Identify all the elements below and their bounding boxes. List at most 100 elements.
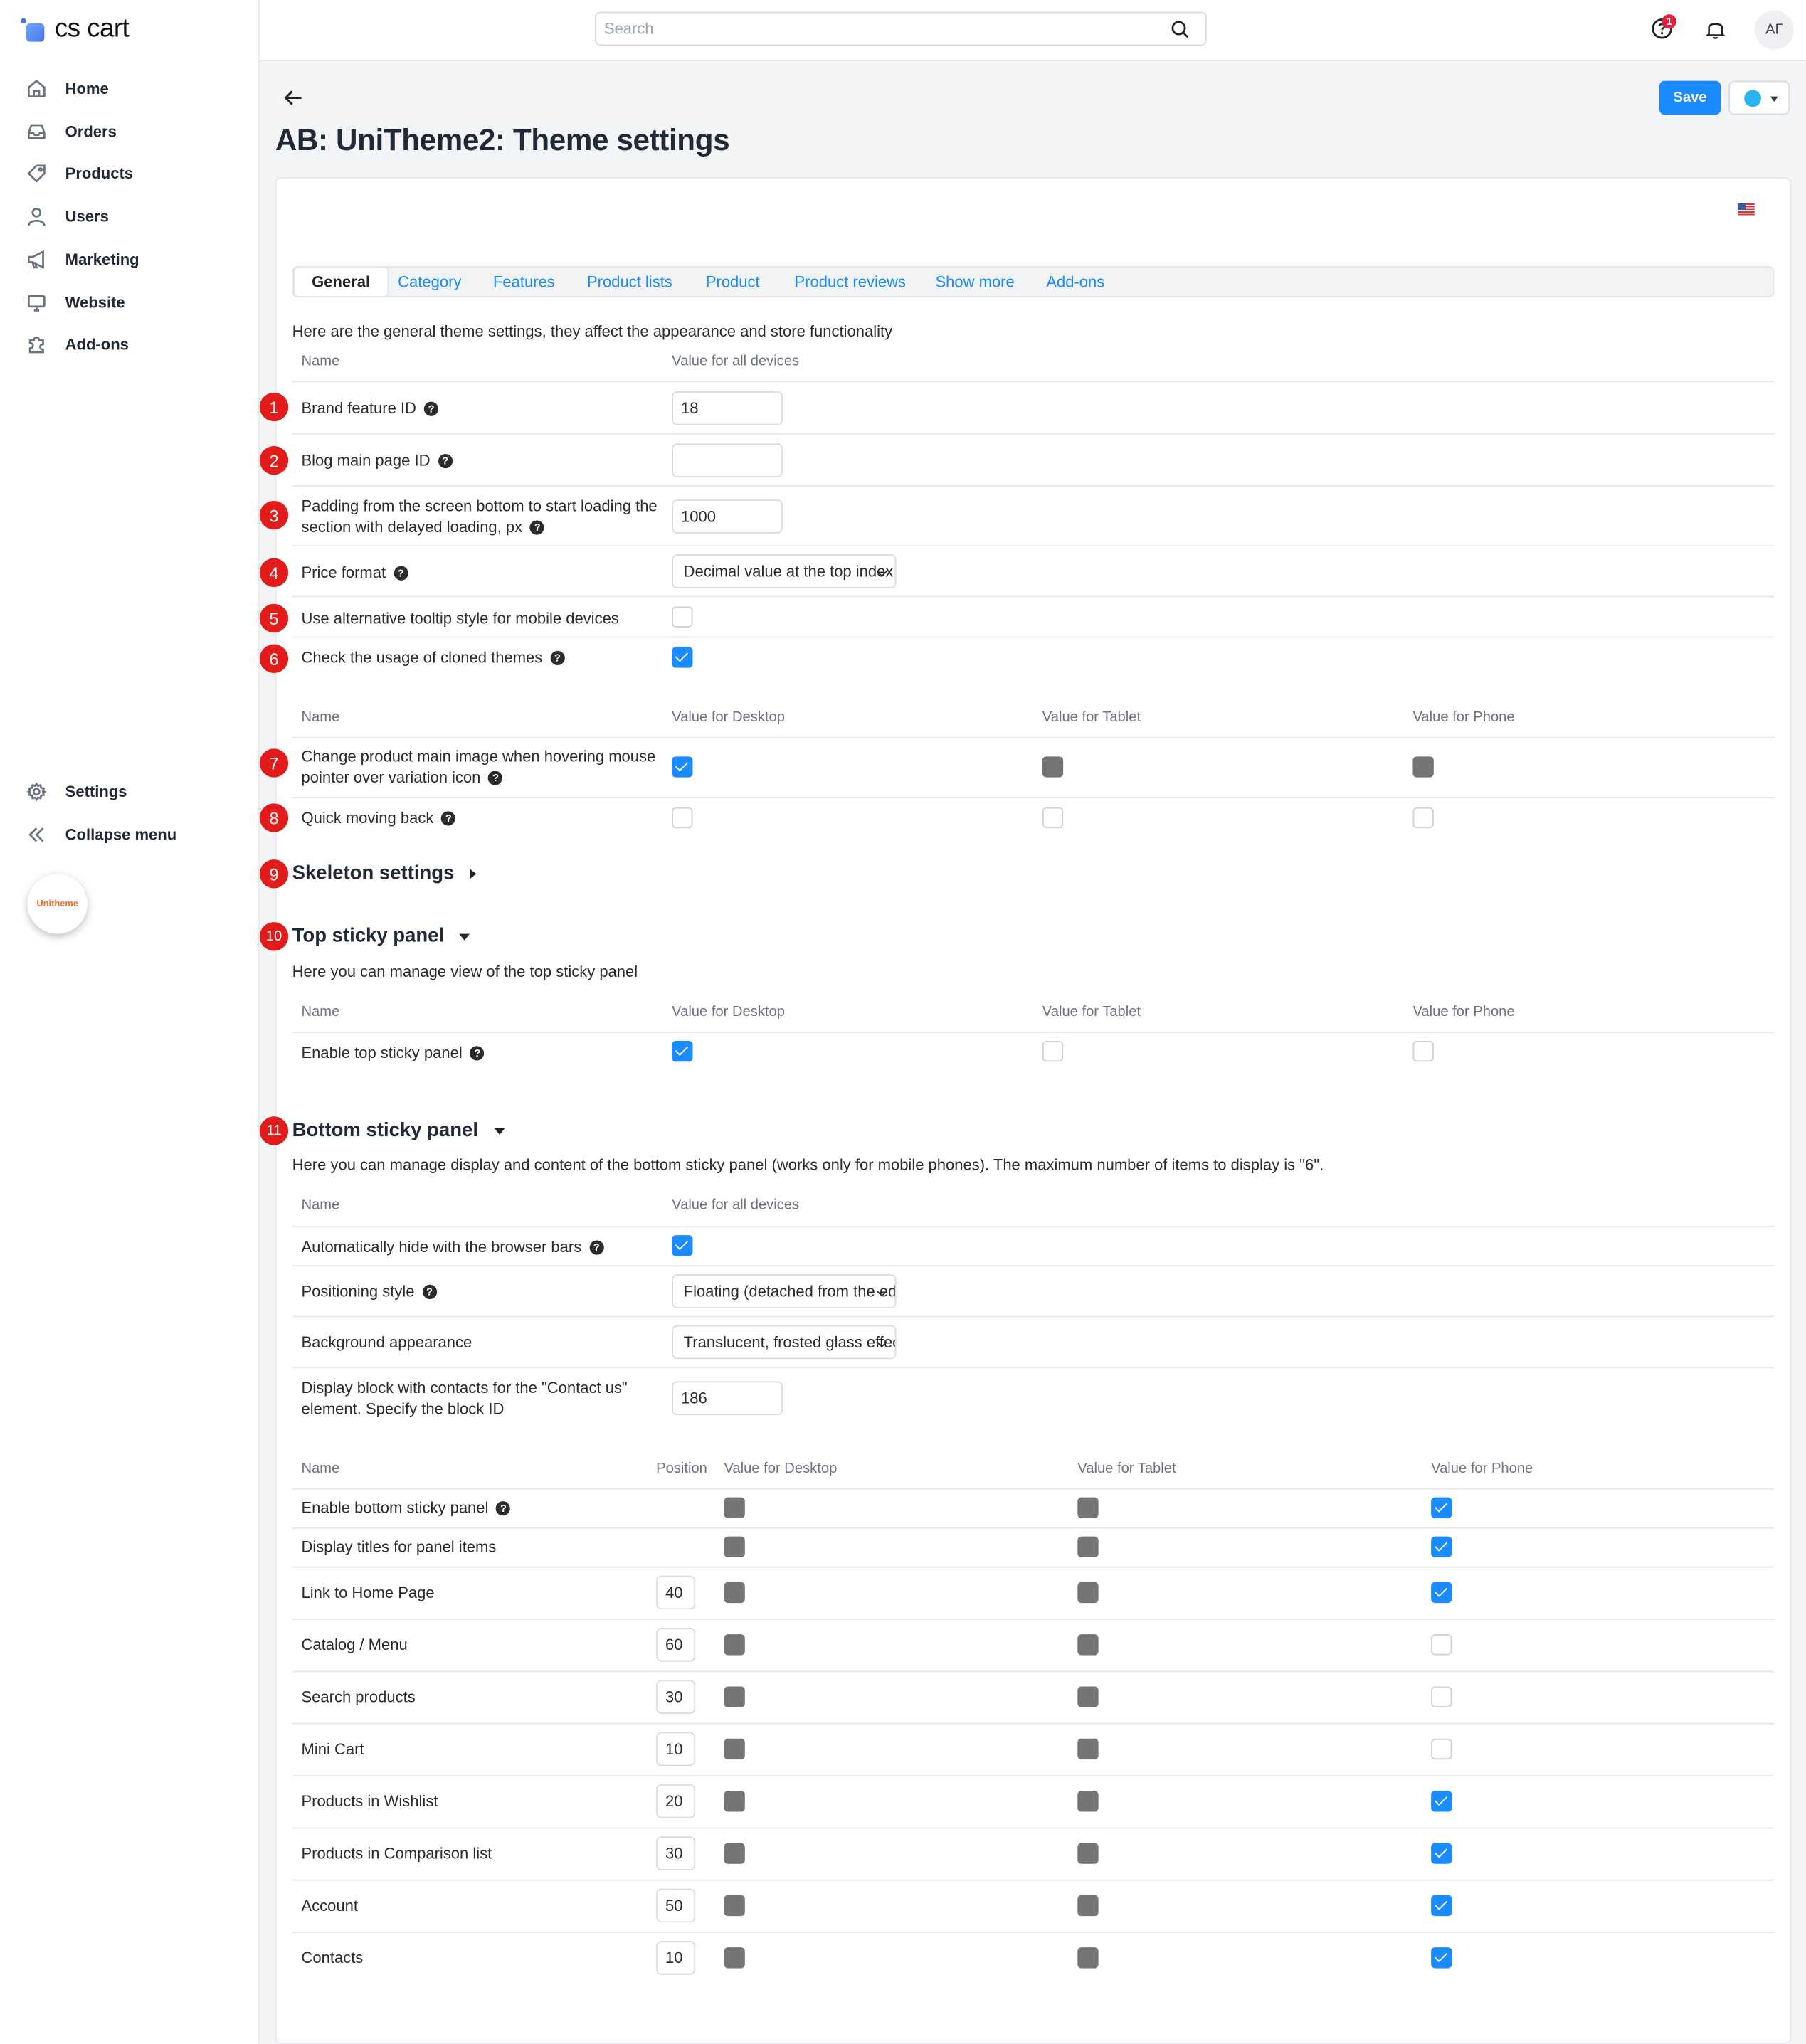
- panel-item-label: Contacts: [301, 1947, 363, 1968]
- divider: [292, 1932, 1775, 1933]
- help-icon[interactable]: ?: [394, 566, 408, 581]
- contacts-block-id-input[interactable]: 186: [672, 1381, 783, 1416]
- phone-checkbox[interactable]: [1431, 1843, 1452, 1864]
- position-input[interactable]: 50: [656, 1888, 696, 1923]
- avatar[interactable]: АГ: [1754, 10, 1794, 50]
- tab-show-more[interactable]: Show more: [935, 268, 1014, 296]
- panel-item-label: Catalog / Menu: [301, 1634, 407, 1655]
- unitheme-badge-text: Unitheme: [36, 899, 78, 909]
- help-icon[interactable]: ?: [441, 811, 456, 827]
- padding-bottom-input[interactable]: 1000: [672, 499, 783, 534]
- col-tablet: Value for Tablet: [1042, 709, 1141, 726]
- help-icon[interactable]: ?: [530, 521, 545, 536]
- help-icon[interactable]: ?: [488, 771, 503, 786]
- tab-product[interactable]: Product: [706, 268, 760, 296]
- cloned-themes-checkbox[interactable]: [672, 647, 693, 668]
- caret-down-icon: [1770, 96, 1778, 102]
- position-input[interactable]: 40: [656, 1575, 696, 1610]
- topbar: [259, 0, 1806, 62]
- panel-item-label-text: Display titles for panel items: [301, 1537, 497, 1557]
- position-input[interactable]: 60: [656, 1627, 696, 1662]
- tab-features[interactable]: Features: [493, 268, 555, 296]
- quick-back-phone-checkbox[interactable]: [1412, 807, 1434, 829]
- sidebar-item-addons[interactable]: Add-ons: [26, 329, 129, 360]
- position-input[interactable]: 10: [656, 1732, 696, 1767]
- quick-back-tablet-checkbox[interactable]: [1042, 807, 1064, 829]
- tab-product-reviews[interactable]: Product reviews: [794, 268, 906, 296]
- position-input[interactable]: 10: [656, 1940, 696, 1975]
- collapse-menu-button[interactable]: Collapse menu: [26, 819, 176, 850]
- sidebar-item-products[interactable]: Products: [26, 158, 133, 189]
- help-icon[interactable]: ?: [470, 1046, 485, 1061]
- phone-checkbox[interactable]: [1431, 1686, 1452, 1707]
- desktop-checkbox: [724, 1791, 745, 1812]
- col-name: Name: [301, 709, 340, 726]
- back-arrow-icon[interactable]: [283, 89, 304, 107]
- auto-hide-checkbox[interactable]: [672, 1235, 693, 1256]
- sidebar-item-website[interactable]: Website: [26, 287, 125, 318]
- sidebar-item-home[interactable]: Home: [26, 73, 109, 105]
- sidebar-item-users[interactable]: Users: [26, 201, 109, 232]
- position-input[interactable]: 20: [656, 1784, 696, 1818]
- quick-back-desktop-checkbox[interactable]: [672, 807, 693, 829]
- brand-feature-id-input[interactable]: 18: [672, 391, 783, 425]
- phone-checkbox[interactable]: [1431, 1497, 1452, 1518]
- phone-checkbox[interactable]: [1431, 1791, 1452, 1812]
- setting-label-text: Brand feature ID: [301, 398, 416, 418]
- search-input[interactable]: [596, 13, 1160, 45]
- alt-tooltip-checkbox[interactable]: [672, 606, 693, 628]
- help-icon[interactable]: ?: [422, 1285, 437, 1300]
- logo-text: cs cart: [54, 14, 130, 43]
- tab-product-lists[interactable]: Product lists: [587, 268, 672, 296]
- background-appearance-select[interactable]: Translucent, frosted glass effect: [672, 1325, 897, 1360]
- logo[interactable]: cs cart: [21, 11, 130, 47]
- divider: [292, 595, 1775, 598]
- phone-checkbox[interactable]: [1431, 1582, 1452, 1604]
- setting-label-line2: pointer over variation icon: [301, 768, 481, 787]
- tab-category[interactable]: Category: [398, 268, 461, 296]
- blog-main-page-id-input[interactable]: [672, 443, 783, 477]
- bell-icon[interactable]: [1704, 17, 1727, 41]
- top-sticky-phone-checkbox[interactable]: [1412, 1040, 1434, 1062]
- hover-image-desktop-checkbox[interactable]: [672, 756, 693, 778]
- top-sticky-desktop-checkbox[interactable]: [672, 1040, 693, 1062]
- bottom-sticky-intro: Here you can manage display and content …: [292, 1155, 1324, 1174]
- positioning-style-select[interactable]: Floating (detached from the edges): [672, 1274, 897, 1308]
- save-button[interactable]: Save: [1659, 80, 1721, 115]
- position-input[interactable]: 30: [656, 1836, 696, 1870]
- sidebar-item-marketing[interactable]: Marketing: [26, 244, 139, 275]
- divider: [292, 1488, 1775, 1490]
- help-icon[interactable]: ?: [496, 1501, 511, 1516]
- col-name: Name: [301, 1004, 340, 1020]
- storefront-dropdown-button[interactable]: [1728, 80, 1790, 115]
- divider: [292, 1226, 1775, 1228]
- help-icon[interactable]: ?: [423, 402, 439, 417]
- phone-checkbox[interactable]: [1431, 1536, 1452, 1557]
- search-icon[interactable]: [1170, 19, 1189, 38]
- setting-label: Positioning style?: [301, 1281, 437, 1301]
- phone-checkbox[interactable]: [1431, 1895, 1452, 1917]
- setting-label-line2: element. Specify the block ID: [301, 1399, 505, 1418]
- skeleton-settings-toggle[interactable]: Skeleton settings: [292, 862, 477, 884]
- phone-checkbox[interactable]: [1431, 1738, 1452, 1760]
- top-sticky-tablet-checkbox[interactable]: [1042, 1040, 1064, 1062]
- phone-checkbox[interactable]: [1431, 1634, 1452, 1656]
- help-icon[interactable]: ?: [550, 651, 565, 666]
- top-sticky-panel-toggle[interactable]: Top sticky panel: [292, 925, 470, 947]
- tab-general[interactable]: General: [295, 267, 387, 297]
- unitheme-badge[interactable]: Unitheme: [27, 874, 88, 934]
- phone-checkbox[interactable]: [1431, 1947, 1452, 1969]
- price-format-select[interactable]: Decimal value at the top index: [672, 554, 897, 588]
- bottom-sticky-panel-toggle[interactable]: Bottom sticky panel: [292, 1119, 505, 1141]
- help-icon[interactable]: ?: [589, 1241, 604, 1256]
- storefront-icon: [1744, 90, 1761, 107]
- help-icon[interactable]: ?: [438, 454, 453, 469]
- sidebar-item-label: Users: [65, 207, 109, 226]
- sidebar-item-settings[interactable]: Settings: [26, 776, 127, 807]
- position-input[interactable]: 30: [656, 1680, 696, 1714]
- panel-item-label-text: Enable bottom sticky panel: [301, 1498, 489, 1518]
- sidebar-item-orders[interactable]: Orders: [26, 116, 117, 147]
- us-flag-icon[interactable]: [1737, 203, 1755, 216]
- panel-item-label: Link to Home Page: [301, 1582, 434, 1603]
- tab-addons[interactable]: Add-ons: [1046, 268, 1104, 296]
